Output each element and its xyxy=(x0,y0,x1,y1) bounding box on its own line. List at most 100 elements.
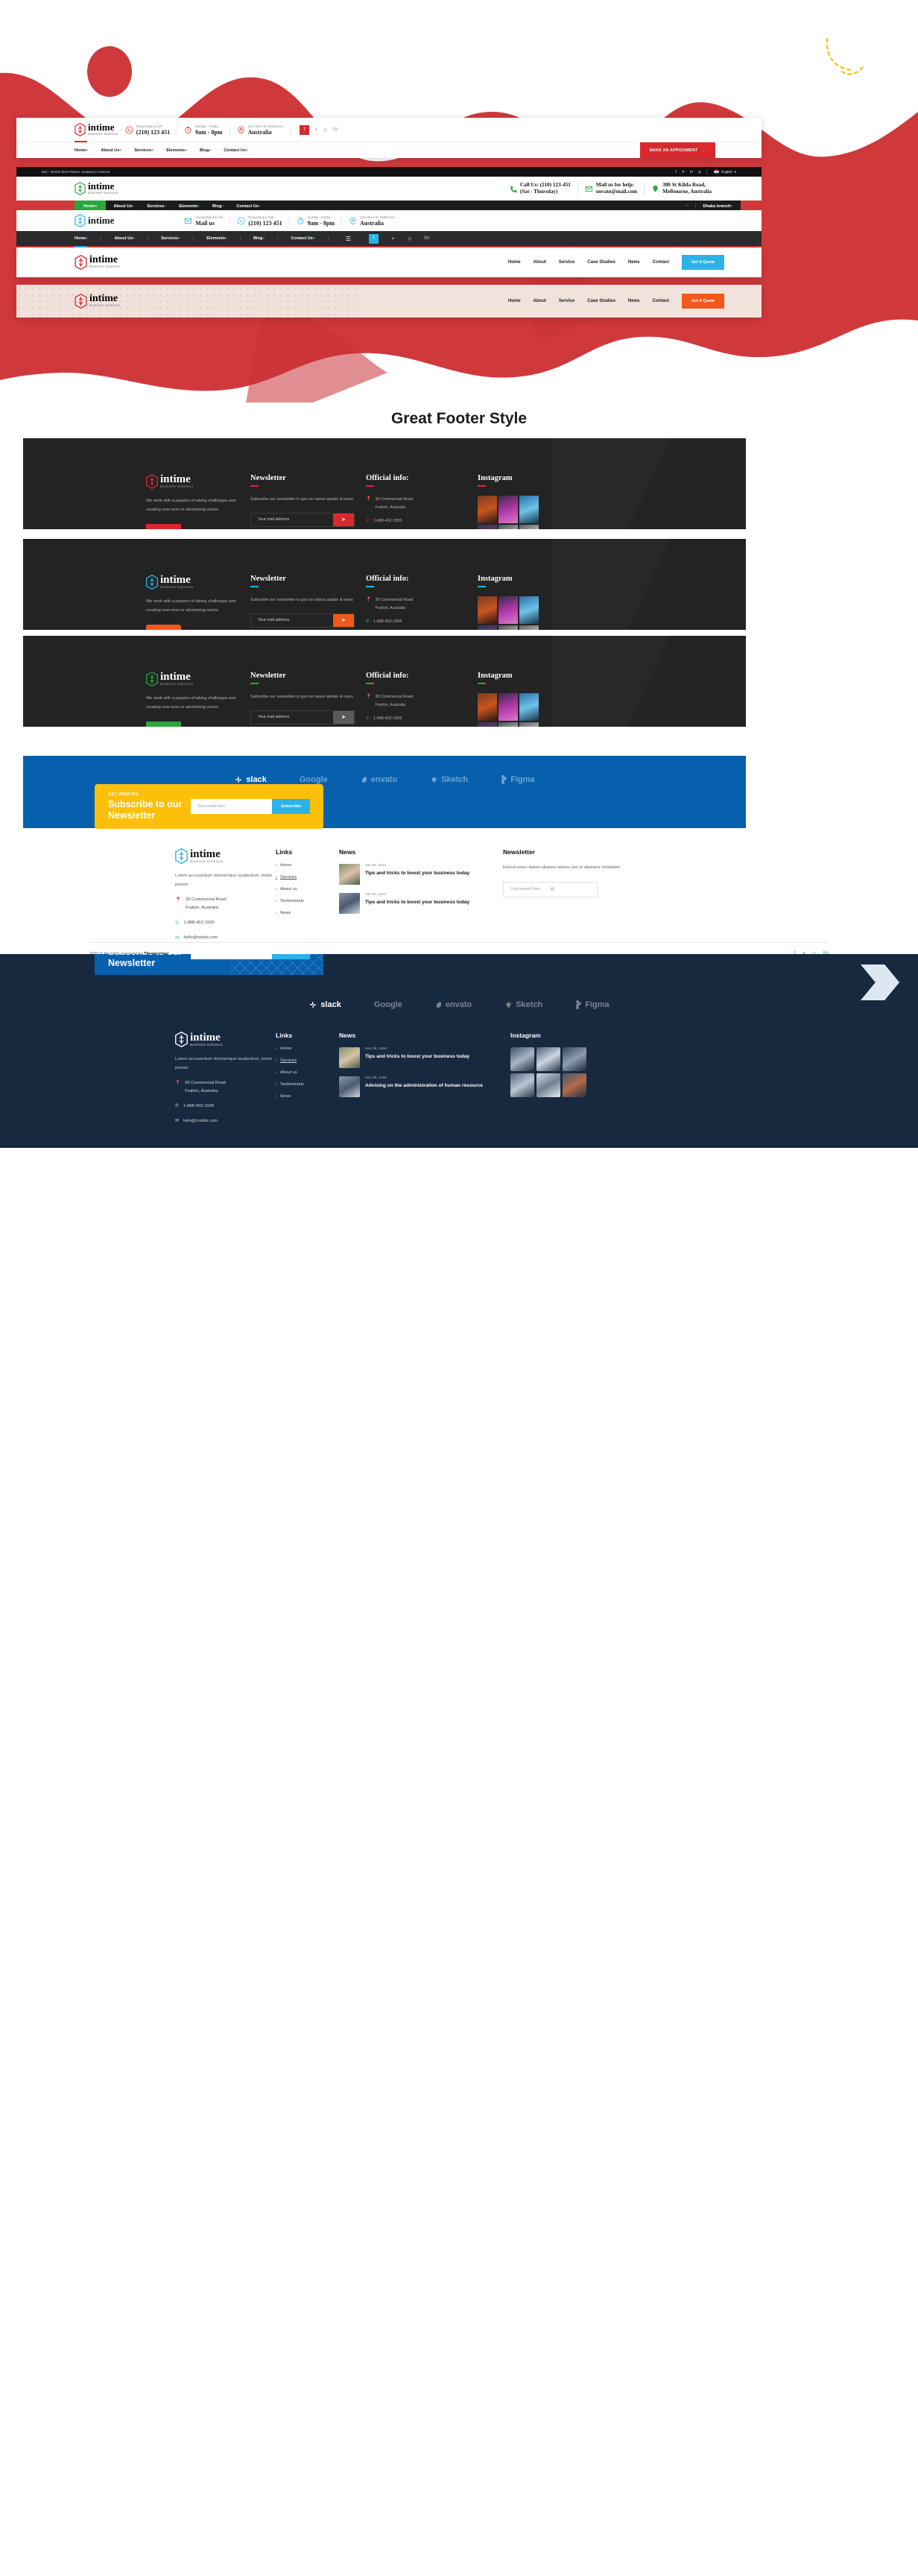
news-item[interactable]: Nov 08, 2020 Tips and tricks to boost yo… xyxy=(339,1047,510,1068)
instagram-thumb[interactable] xyxy=(478,722,497,727)
instagram-thumb[interactable] xyxy=(478,596,497,624)
header3-info-phone[interactable]: Requesting a Call: (210) 123 451 xyxy=(230,215,290,227)
footer-email[interactable]: ✉ helo@conbiz.com xyxy=(175,1117,276,1126)
about-us-button[interactable]: ABOUT US xyxy=(146,625,181,630)
nav-item-about[interactable]: About Us+ xyxy=(113,204,134,209)
instagram-thumb[interactable] xyxy=(478,495,497,523)
twitter-icon[interactable]: ✦ xyxy=(682,170,685,174)
brand-figma[interactable]: Figma xyxy=(575,1000,610,1009)
instagram-thumb[interactable] xyxy=(519,524,539,529)
header3-info-address[interactable]: 122 Albert St, Melbourne Australia xyxy=(342,215,402,227)
logo[interactable]: intime Business Solutions xyxy=(146,474,250,489)
footer-phone[interactable]: ✆ 1-888-452-1505 xyxy=(366,618,478,626)
footer-link-services[interactable]: › Services xyxy=(276,1058,339,1063)
instagram-thumb[interactable] xyxy=(478,524,497,529)
newsletter-input-group[interactable]: Your mail address ➤ xyxy=(250,710,355,724)
nav-item-blog[interactable]: Blog+ xyxy=(200,148,211,153)
linkedin-icon[interactable]: in xyxy=(690,170,693,174)
nav-item-home[interactable]: Home+ xyxy=(75,148,88,153)
footer-link-testimonials[interactable]: › Testimonials xyxy=(276,899,339,903)
logo[interactable]: intime xyxy=(75,214,114,227)
footer-link-testimonials[interactable]: › Testimonials xyxy=(276,1082,339,1087)
header1-info-address[interactable]: 122 Albert St, Melbourne Australia xyxy=(230,124,291,136)
nav-item-case-studies[interactable]: Case Studies xyxy=(587,260,615,265)
nav-item-elements[interactable]: Elements+ xyxy=(206,236,227,241)
nav-item-services[interactable]: Services+ xyxy=(147,204,166,209)
email-input[interactable]: Your email here xyxy=(191,954,272,959)
instagram-thumb[interactable] xyxy=(536,1047,560,1071)
email-input[interactable]: Your email here xyxy=(191,799,272,814)
logo[interactable]: intime Business Solutions xyxy=(146,575,250,590)
newsletter-input-group[interactable]: Your mail address ➤ xyxy=(250,613,355,628)
instagram-thumb[interactable] xyxy=(498,625,518,630)
newsletter-input[interactable]: Your mail address xyxy=(251,614,333,627)
nav-item-service[interactable]: Service xyxy=(559,260,574,265)
instagram-thumb[interactable] xyxy=(498,722,518,727)
twitter-icon[interactable]: ✦ xyxy=(391,236,395,242)
newsletter-input-group[interactable]: Your email here ✉ xyxy=(503,881,598,897)
nav-item-about[interactable]: About xyxy=(534,299,546,303)
footer-phone[interactable]: ✆ 1-888-452-1505 xyxy=(175,919,276,927)
footer-link-services[interactable]: › Services xyxy=(276,875,339,880)
menu-list-icon[interactable]: ☰ xyxy=(346,236,352,242)
brand-figma[interactable]: Figma xyxy=(501,775,535,784)
newsletter-input[interactable]: Your mail address xyxy=(251,514,333,526)
send-icon[interactable]: ➤ xyxy=(333,513,354,526)
newsletter-input[interactable]: Your mail address xyxy=(251,711,333,724)
logo[interactable]: intime Business Solutions xyxy=(146,672,250,686)
brand-slack[interactable]: slack xyxy=(308,1000,341,1009)
nav-item-news[interactable]: News xyxy=(628,299,640,303)
news-item[interactable]: Jan 06, 2021 Tips and tricks to boost yo… xyxy=(339,893,503,914)
footer-link-home[interactable]: › Home xyxy=(276,1046,339,1051)
brand-slack[interactable]: slack xyxy=(234,775,267,784)
nav-item-about[interactable]: About xyxy=(534,260,546,265)
nav-item-elements[interactable]: Elements+ xyxy=(166,148,187,153)
facebook-icon[interactable]: f xyxy=(676,170,677,174)
logo[interactable]: intime Business Solutions xyxy=(75,122,118,136)
get-a-quote-button[interactable]: Get A Quote xyxy=(681,255,724,270)
nav-item-contact[interactable]: Contact xyxy=(653,299,669,303)
header2-info-phone[interactable]: Call Us: (210) 123-451 (Sat - Thursday) xyxy=(502,181,578,196)
logo[interactable]: intime Business Solutions xyxy=(175,848,276,864)
instagram-thumb[interactable] xyxy=(498,596,518,624)
email-input[interactable]: Your email here xyxy=(510,887,551,891)
header1-info-phone[interactable]: Requesting a Call: (210) 123 451 xyxy=(118,124,178,136)
brand-google[interactable]: Google xyxy=(374,1000,402,1009)
search-icon[interactable]: ⌕ xyxy=(686,203,688,209)
nav-item-services[interactable]: Services+ xyxy=(134,148,153,153)
instagram-thumb[interactable] xyxy=(563,1073,586,1097)
footer-phone[interactable]: ✆ 1-888-452-1505 xyxy=(366,715,478,723)
make-appointment-button[interactable]: MAKE AN APPIONMENT → xyxy=(639,142,715,158)
news-item[interactable]: Jan 06, 2021 Tips and tricks to boost yo… xyxy=(339,864,503,885)
nav-item-services[interactable]: Services+ xyxy=(161,236,180,241)
nav-item-elements[interactable]: Elements+ xyxy=(179,204,200,209)
behance-icon[interactable]: Bé xyxy=(424,236,429,241)
dribbble-icon[interactable]: ◎ xyxy=(323,127,327,133)
nav-item-home[interactable]: Home+ xyxy=(75,236,88,241)
header3-info-hours[interactable]: Sunday - Friday: 9am - 8pm xyxy=(290,215,343,227)
nav-item-about[interactable]: About Us+ xyxy=(114,236,135,241)
footer-link-home[interactable]: › Home xyxy=(276,863,339,868)
behance-icon[interactable]: Bé xyxy=(332,127,338,132)
instagram-thumb[interactable] xyxy=(519,596,539,624)
instagram-thumb[interactable] xyxy=(519,625,539,630)
header2-info-mail[interactable]: Mail us for help: envato@mail.com xyxy=(578,181,645,196)
header3-info-mail[interactable]: envato@gmail.com Mail us xyxy=(177,215,231,227)
instagram-thumb[interactable] xyxy=(563,1047,586,1071)
logo[interactable]: intime Business Solutions xyxy=(75,181,118,195)
nav-item-case-studies[interactable]: Case Studies xyxy=(587,299,615,303)
instagram-thumb[interactable] xyxy=(536,1073,560,1097)
nav-item-blog[interactable]: Blog+ xyxy=(212,204,224,209)
nav-item-contact[interactable]: Contact Us+ xyxy=(224,148,247,153)
nav-item-home[interactable]: Home xyxy=(508,299,521,303)
subscribe-button[interactable]: Subscribe xyxy=(271,799,310,814)
language-selector[interactable]: English ▾ xyxy=(706,169,736,174)
brand-google[interactable]: Google xyxy=(300,775,328,784)
get-a-quote-button[interactable]: Get A Quote xyxy=(681,294,724,309)
about-us-button[interactable]: ABOUT US xyxy=(146,722,181,727)
nav-item-home[interactable]: Home xyxy=(508,260,521,265)
footer-link-about[interactable]: › About us xyxy=(276,887,339,891)
nav-item-blog[interactable]: Blog+ xyxy=(253,236,265,241)
brand-sketch[interactable]: Sketch xyxy=(504,1000,542,1009)
instagram-thumb[interactable] xyxy=(510,1047,534,1071)
